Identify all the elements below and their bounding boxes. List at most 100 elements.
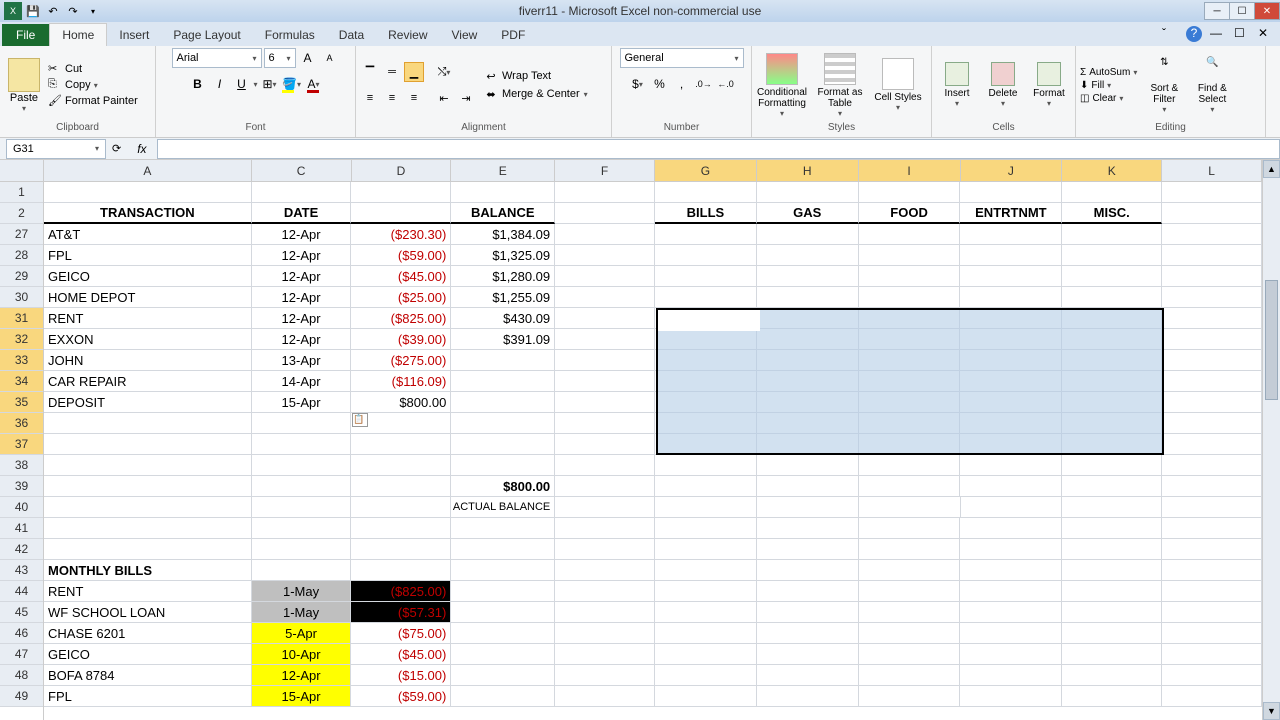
cell[interactable]: GEICO (44, 266, 252, 287)
cell[interactable] (757, 329, 859, 350)
column-header-G[interactable]: G (655, 160, 757, 182)
cell[interactable] (1162, 434, 1262, 455)
cell[interactable] (451, 455, 555, 476)
cell[interactable] (555, 455, 655, 476)
cell[interactable]: ($57.31) (351, 602, 451, 623)
cell[interactable] (1062, 329, 1162, 350)
tab-page-layout[interactable]: Page Layout (161, 24, 252, 46)
cell[interactable] (757, 560, 859, 581)
column-header-I[interactable]: I (859, 160, 961, 182)
cell[interactable] (655, 329, 757, 350)
sort-filter-button[interactable]: ⇅Sort & Filter▾ (1143, 57, 1185, 114)
format-cells-button[interactable]: Format▾ (1028, 62, 1070, 108)
format-as-table-button[interactable]: Format as Table▾ (814, 53, 866, 118)
paste-button[interactable]: Paste ▾ (4, 58, 44, 113)
cell[interactable] (859, 245, 961, 266)
copy-button[interactable]: ⎘Copy ▾ (48, 78, 138, 92)
cell[interactable]: FPL (44, 245, 252, 266)
cell[interactable] (859, 350, 961, 371)
cell[interactable]: 12-Apr (252, 266, 352, 287)
cell[interactable]: ($59.00) (351, 245, 451, 266)
cell[interactable] (960, 371, 1062, 392)
cell[interactable] (555, 203, 655, 224)
cell[interactable] (1162, 476, 1262, 497)
close-button[interactable]: ✕ (1254, 2, 1280, 20)
cell[interactable] (859, 560, 961, 581)
cell[interactable] (555, 350, 655, 371)
cell[interactable]: $1,384.09 (451, 224, 555, 245)
cell[interactable] (1062, 392, 1162, 413)
cell[interactable] (960, 329, 1062, 350)
cell[interactable]: ($15.00) (351, 665, 451, 686)
vertical-scrollbar[interactable]: ▲ ▼ (1262, 160, 1280, 720)
cell[interactable] (757, 266, 859, 287)
cell[interactable] (757, 182, 859, 203)
cell[interactable] (655, 686, 757, 707)
name-box[interactable]: G31▾ (6, 139, 106, 159)
cell[interactable] (960, 476, 1062, 497)
cell[interactable] (1062, 455, 1162, 476)
cell[interactable] (960, 287, 1062, 308)
cell[interactable]: 15-Apr (252, 392, 352, 413)
cell[interactable]: RENT (44, 308, 252, 329)
cell[interactable] (960, 224, 1062, 245)
row-header-44[interactable]: 44 (0, 581, 43, 602)
column-header-D[interactable]: D (352, 160, 452, 182)
cell[interactable] (1062, 602, 1162, 623)
tab-insert[interactable]: Insert (107, 24, 161, 46)
tab-view[interactable]: View (440, 24, 490, 46)
align-bottom-icon[interactable]: ▁ (404, 62, 424, 82)
cell[interactable] (1062, 623, 1162, 644)
decrease-font-icon[interactable]: A (320, 48, 340, 68)
cell[interactable] (1162, 686, 1262, 707)
cell[interactable] (655, 245, 757, 266)
fill-color-button[interactable]: 🪣▾ (282, 74, 302, 94)
cell[interactable] (1062, 413, 1162, 434)
cell[interactable] (1162, 392, 1262, 413)
cell[interactable] (757, 476, 859, 497)
cell[interactable] (960, 245, 1062, 266)
insert-cells-button[interactable]: Insert▾ (936, 62, 978, 108)
cell[interactable] (960, 434, 1062, 455)
cell[interactable]: 12-Apr (252, 245, 352, 266)
scroll-thumb[interactable] (1265, 280, 1278, 400)
cell[interactable] (960, 413, 1062, 434)
cell[interactable] (555, 182, 655, 203)
cell[interactable] (252, 539, 352, 560)
cell[interactable] (1162, 182, 1262, 203)
decrease-decimal-icon[interactable]: ←.0 (716, 74, 736, 94)
cell[interactable] (1162, 371, 1262, 392)
borders-button[interactable]: ⊞▾ (260, 74, 280, 94)
cell[interactable]: BILLS (655, 203, 757, 224)
cell[interactable]: DEPOSIT (44, 392, 252, 413)
cell[interactable]: 10-Apr (252, 644, 352, 665)
cell[interactable] (859, 455, 961, 476)
number-format-select[interactable]: General▾ (620, 48, 744, 68)
align-middle-icon[interactable]: ═ (382, 62, 402, 82)
tab-home[interactable]: Home (49, 23, 107, 46)
cell[interactable] (655, 497, 757, 518)
row-header-45[interactable]: 45 (0, 602, 43, 623)
cell[interactable]: ($45.00) (351, 266, 451, 287)
cell[interactable]: CHASE 6201 (44, 623, 252, 644)
row-header-39[interactable]: 39 (0, 476, 43, 497)
cell[interactable] (960, 644, 1062, 665)
cell[interactable] (655, 518, 757, 539)
cell[interactable] (351, 203, 451, 224)
cell[interactable] (351, 455, 451, 476)
cell[interactable] (655, 455, 757, 476)
cell[interactable] (1062, 665, 1162, 686)
cell[interactable] (1162, 560, 1262, 581)
cell[interactable] (252, 518, 352, 539)
select-all-corner[interactable] (0, 160, 43, 182)
cell[interactable] (1062, 287, 1162, 308)
row-header-29[interactable]: 29 (0, 266, 43, 287)
cell[interactable] (960, 665, 1062, 686)
cell[interactable] (1062, 560, 1162, 581)
cell[interactable] (757, 224, 859, 245)
cell[interactable] (252, 413, 352, 434)
cell[interactable]: JOHN (44, 350, 252, 371)
cell[interactable] (960, 623, 1062, 644)
cell[interactable]: ($116.09) (351, 371, 451, 392)
cell[interactable] (351, 518, 451, 539)
